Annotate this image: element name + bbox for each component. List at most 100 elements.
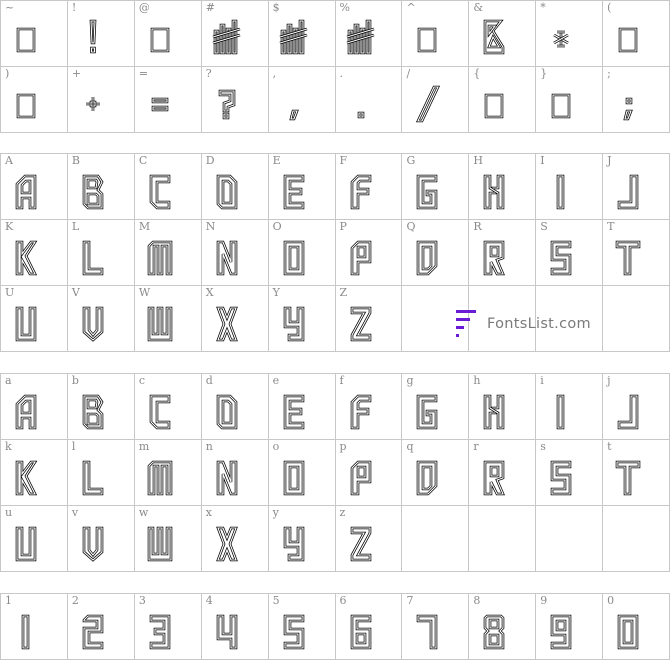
glyph-cell: R xyxy=(469,220,537,286)
glyph-sample xyxy=(78,17,108,59)
glyph-char-label: W xyxy=(138,286,151,299)
glyph-char-label: D xyxy=(205,154,215,167)
glyph-cell: 0 xyxy=(603,594,670,660)
glyph-sample xyxy=(346,83,376,125)
glyph-char-label: F xyxy=(339,154,348,167)
glyph-sample xyxy=(145,83,175,125)
glyph-char-label: I xyxy=(540,154,545,167)
glyph-char-label: % xyxy=(339,1,350,14)
glyph-char-label: J xyxy=(607,154,612,167)
glyph-sample xyxy=(279,17,309,59)
glyph-row: u v w x y z xyxy=(1,506,670,572)
glyph-cell: Y xyxy=(268,286,336,352)
glyph-char-label: e xyxy=(272,374,280,387)
glyph-cell: } xyxy=(536,67,604,133)
glyph-cell: X xyxy=(201,286,269,352)
glyph-sample xyxy=(78,610,108,652)
glyph-sample xyxy=(613,17,643,59)
glyph-sample xyxy=(412,390,442,432)
glyph-char-label: H xyxy=(473,154,483,167)
glyph-section: 1 2 3 4 5 6 7 8 9 0 xyxy=(0,593,670,660)
glyph-char-label: y xyxy=(272,506,279,519)
glyph-char-label: * xyxy=(540,1,546,14)
glyph-char-label: O xyxy=(272,220,282,233)
glyph-cell: 3 xyxy=(134,594,202,660)
glyph-char-label: B xyxy=(71,154,80,167)
glyph-cell: O xyxy=(268,220,336,286)
glyph-sample xyxy=(78,522,108,564)
glyph-cell: J xyxy=(603,154,670,220)
glyph-char-label: 4 xyxy=(205,594,213,607)
glyph-char-label: P xyxy=(339,220,347,233)
glyph-char-label: ; xyxy=(607,67,611,80)
glyph-row: K L M N O P Q R S T xyxy=(1,220,670,286)
glyph-char-label: ~ xyxy=(5,1,15,14)
glyph-char-label: 7 xyxy=(406,594,414,607)
glyph-sample xyxy=(279,236,309,278)
glyph-cell: x xyxy=(201,506,269,572)
glyph-sample xyxy=(479,390,509,432)
glyph-sample xyxy=(11,390,41,432)
glyph-cell: K xyxy=(1,220,68,286)
glyph-cell: j xyxy=(603,374,670,440)
glyph-cell: m xyxy=(134,440,202,506)
glyph-cell: k xyxy=(1,440,68,506)
glyph-cell: T xyxy=(603,220,670,286)
glyph-sample xyxy=(212,390,242,432)
glyph-char-label: L xyxy=(71,220,80,233)
glyph-cell: B xyxy=(67,154,135,220)
glyph-sample xyxy=(412,610,442,652)
glyph-char-label: T xyxy=(607,220,615,233)
glyph-cell: e xyxy=(268,374,336,440)
glyph-sample xyxy=(346,522,376,564)
glyph-sample xyxy=(145,522,175,564)
glyph-sample xyxy=(78,83,108,125)
glyph-char-label: k xyxy=(5,440,12,453)
glyph-sample xyxy=(212,456,242,498)
glyph-section: ~! @ # $% ^ & * () + =?,. / {}; xyxy=(0,0,670,133)
glyph-sample xyxy=(613,236,643,278)
glyph-sample xyxy=(412,456,442,498)
glyph-cell: p xyxy=(335,440,403,506)
glyph-cell: A xyxy=(1,154,68,220)
glyph-cell: w xyxy=(134,506,202,572)
glyph-char-label: a xyxy=(5,374,12,387)
glyph-sample xyxy=(479,236,509,278)
glyph-cell: 6 xyxy=(335,594,403,660)
glyph-char-label: G xyxy=(406,154,416,167)
glyph-sample xyxy=(346,17,376,59)
glyph-char-label: j xyxy=(607,374,611,387)
glyph-section: a b c d e f g h i j k l m n o p q r s t u v w x y z xyxy=(0,373,670,572)
glyph-cell: i xyxy=(536,374,604,440)
glyph-cell: . xyxy=(335,67,403,133)
glyph-cell: 8 xyxy=(469,594,537,660)
glyph-sample xyxy=(479,610,509,652)
glyph-cell: s xyxy=(536,440,604,506)
glyph-char-label: b xyxy=(71,374,79,387)
glyph-cell: r xyxy=(469,440,537,506)
glyph-sample xyxy=(11,170,41,212)
glyph-sample xyxy=(546,170,576,212)
glyph-row: ~! @ # $% ^ & * ( xyxy=(1,1,670,67)
glyph-char-label: d xyxy=(205,374,213,387)
glyph-sample xyxy=(412,236,442,278)
glyph-char-label: # xyxy=(205,1,215,14)
glyph-sample xyxy=(212,170,242,212)
glyph-cell: q xyxy=(402,440,470,506)
glyph-char-label: ( xyxy=(607,1,612,14)
glyph-char-label: c xyxy=(138,374,145,387)
glyph-sample xyxy=(613,456,643,498)
glyph-char-label: l xyxy=(71,440,76,453)
glyph-cell: * xyxy=(536,1,604,67)
glyph-char-label: ? xyxy=(205,67,212,80)
glyph-sample xyxy=(78,456,108,498)
glyph-char-label: q xyxy=(406,440,414,453)
glyph-char-label: t xyxy=(607,440,612,453)
glyph-char-label: Y xyxy=(272,286,280,299)
glyph-char-label: X xyxy=(205,286,214,299)
glyph-char-label: } xyxy=(540,67,548,80)
glyph-cell: $ xyxy=(268,1,336,67)
glyph-row: A B C D E F G H I J xyxy=(1,154,670,220)
glyph-char-label: g xyxy=(406,374,414,387)
glyph-cell: = xyxy=(134,67,202,133)
